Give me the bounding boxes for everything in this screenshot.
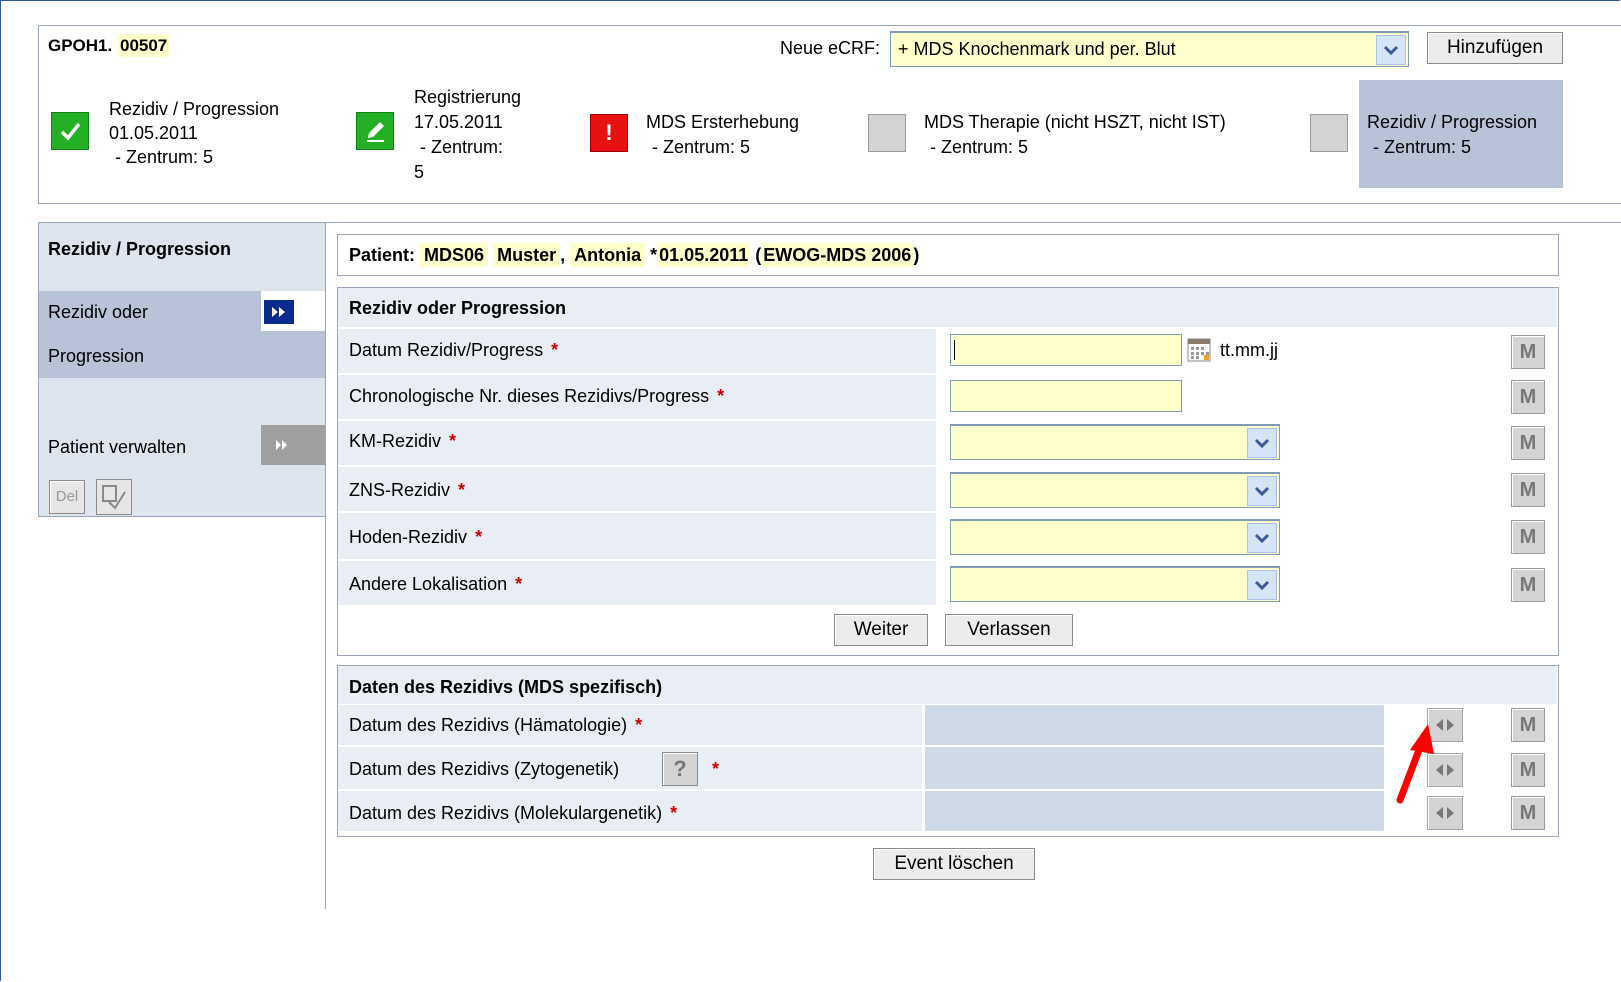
timeline-item-3[interactable]: MDS Ersterhebung - Zentrum: 5 — [646, 110, 799, 160]
chevron-down-icon[interactable] — [1247, 476, 1277, 506]
field-label-haematologie: Datum des Rezidivs (Hämatologie) * — [349, 715, 643, 735]
missing-data-button[interactable]: M — [1511, 520, 1545, 554]
form-rezidiv-title: Rezidiv oder Progression — [349, 298, 567, 318]
new-ecrf-select[interactable]: + MDS Knochenmark und per. Blut — [890, 31, 1409, 67]
missing-data-button[interactable]: M — [1511, 473, 1545, 507]
check-document-icon[interactable] — [96, 479, 132, 515]
annotation-arrow — [1396, 724, 1434, 804]
sidebar-arrow-box[interactable] — [261, 291, 325, 331]
add-ecrf-button[interactable]: Hinzufügen — [1427, 32, 1563, 64]
timeline-item-1-title: Rezidiv / Progression — [109, 99, 280, 119]
missing-data-button[interactable]: M — [1511, 426, 1545, 460]
next-button[interactable]: Weiter — [834, 614, 928, 646]
calendar-icon[interactable] — [1187, 338, 1211, 362]
field-label-km: KM-Rezidiv * — [349, 431, 457, 451]
sidebar-item-rezidiv[interactable]: Rezidiv oder Progression — [39, 291, 325, 378]
edit-icon[interactable] — [356, 112, 394, 150]
patient-label: Patient: — [349, 245, 416, 265]
patient-dob: 01.05.2011 — [657, 243, 751, 267]
chrono-nr-input[interactable] — [950, 380, 1182, 412]
hoden-rezidiv-select[interactable] — [950, 519, 1280, 555]
patient-study: EWOG-MDS 2006 — [761, 243, 914, 267]
timeline-item-4[interactable]: MDS Therapie (nicht HSZT, nicht IST) - Z… — [924, 110, 1226, 160]
andere-lokalisation-select[interactable] — [950, 566, 1280, 602]
date-display-field — [925, 747, 1384, 789]
chevron-down-icon[interactable] — [1247, 570, 1277, 600]
date-format-hint: tt.mm.jj — [1220, 340, 1278, 360]
fast-forward-icon[interactable] — [264, 300, 294, 324]
timeline-item-5-active[interactable]: Rezidiv / Progression - Zentrum: 5 — [1359, 80, 1563, 188]
help-button[interactable]: ? — [662, 752, 698, 786]
timeline-item-4-center: - Zentrum: 5 — [930, 137, 1029, 157]
field-label-datum: Datum Rezidiv/Progress * — [349, 340, 559, 360]
case-prefix: GPOH1. — [48, 36, 113, 55]
timeline-item-1-center: - Zentrum: 5 — [115, 147, 214, 167]
field-label-molekulargenetik: Datum des Rezidivs (Molekulargenetik) * — [349, 803, 678, 823]
del-button[interactable]: Del — [49, 480, 85, 514]
patient-comma: , — [560, 245, 566, 265]
missing-data-button[interactable]: M — [1511, 380, 1545, 414]
datum-rezidiv-input[interactable] — [950, 334, 1182, 366]
timeline-item-1-date: 01.05.2011 — [109, 123, 198, 143]
timeline-item-5-center: - Zentrum: 5 — [1373, 137, 1472, 157]
missing-data-button[interactable]: M — [1511, 708, 1545, 742]
missing-data-button[interactable]: M — [1511, 796, 1545, 830]
date-display-field — [925, 705, 1384, 745]
zns-rezidiv-select[interactable] — [950, 472, 1280, 508]
timeline-item-5-title: Rezidiv / Progression — [1367, 112, 1538, 132]
date-display-field — [925, 791, 1384, 831]
sidebar-item-label-2: Progression — [48, 346, 145, 366]
missing-data-button[interactable]: M — [1511, 753, 1545, 787]
sidebar-item-patient[interactable]: Patient verwalten — [39, 425, 325, 465]
patient-last-name: Muster — [493, 243, 561, 267]
missing-data-button[interactable]: M — [1511, 335, 1545, 369]
patient-id: MDS06 — [420, 243, 489, 267]
chevron-down-icon[interactable] — [1247, 428, 1277, 458]
sidebar: Rezidiv / Progression Rezidiv oder Progr… — [38, 222, 326, 517]
patient-bar: Patient: MDS06 Muster, Antonia * 01.05.20… — [337, 234, 1559, 276]
case-number: GPOH1. 00507 — [48, 34, 171, 57]
chevron-down-icon[interactable] — [1247, 523, 1277, 553]
field-label-hoden: Hoden-Rezidiv * — [349, 527, 483, 547]
field-label-andere: Andere Lokalisation * — [349, 574, 523, 594]
field-label-zns: ZNS-Rezidiv * — [349, 480, 466, 500]
delete-event-button[interactable]: Event löschen — [873, 848, 1035, 880]
new-ecrf-label: Neue eCRF: — [780, 38, 881, 58]
sidebar-item-label-1: Rezidiv oder — [48, 302, 149, 322]
timeline-item-2-title: Registrierung — [414, 87, 522, 107]
timeline-item-2[interactable]: Registrierung 17.05.2011 - Zentrum: 5 — [414, 85, 521, 185]
missing-data-button[interactable]: M — [1511, 568, 1545, 602]
patient-first-name: Antonia — [570, 243, 646, 267]
case-id: 00507 — [116, 34, 171, 57]
sidebar-item-label-patient: Patient verwalten — [48, 437, 187, 457]
timeline-item-3-center: - Zentrum: 5 — [652, 137, 751, 157]
timeline-item-1[interactable]: Rezidiv / Progression 01.05.2011 - Zentr… — [109, 97, 279, 169]
leave-button[interactable]: Verlassen — [945, 614, 1073, 646]
empty-status-icon[interactable] — [868, 114, 906, 152]
field-label-zytogenetik: Datum des Rezidivs (Zytogenetik) — [349, 759, 620, 779]
timeline-item-4-title: MDS Therapie (nicht HSZT, nicht IST) — [924, 112, 1226, 132]
error-icon[interactable]: ! — [590, 114, 628, 152]
timeline-item-2-center: - Zentrum: — [420, 137, 504, 157]
patient-paren-close: ) — [913, 245, 920, 265]
timeline-item-2-center-value: 5 — [414, 162, 425, 182]
required-marker: * — [712, 759, 720, 779]
sidebar-title: Rezidiv / Progression — [48, 239, 232, 259]
form-mds-title: Daten des Rezidivs (MDS spezifisch) — [349, 677, 663, 697]
timeline-item-2-date: 17.05.2011 — [414, 112, 503, 132]
km-rezidiv-select[interactable] — [950, 424, 1280, 460]
timeline-item-3-title: MDS Ersterhebung — [646, 112, 800, 132]
field-label-chrono: Chronologische Nr. dieses Rezidivs/Progr… — [349, 386, 725, 406]
new-ecrf-value: + MDS Knochenmark und per. Blut — [898, 39, 1176, 59]
fast-forward-icon[interactable] — [261, 425, 325, 465]
empty-status-icon[interactable] — [1310, 114, 1348, 152]
chevron-down-icon[interactable] — [1376, 35, 1406, 65]
check-icon[interactable] — [51, 112, 89, 150]
